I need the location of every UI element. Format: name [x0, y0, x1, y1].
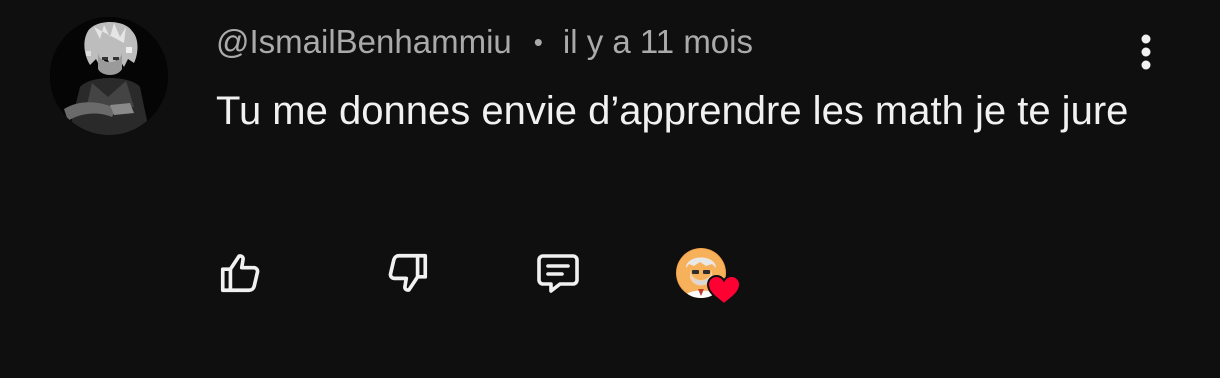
thumbs-down-icon [388, 253, 428, 292]
heart-icon [706, 274, 742, 306]
dislike-button[interactable] [380, 245, 436, 301]
like-button[interactable] [212, 245, 268, 301]
comment-thread: @IsmailBenhammiu • il y a 11 mois Tu me … [0, 0, 1220, 378]
thumbs-up-icon [220, 254, 260, 293]
reply-button[interactable] [530, 245, 586, 301]
user-avatar-icon [50, 17, 168, 135]
author-avatar[interactable] [50, 17, 168, 135]
separator-dot: • [533, 26, 543, 57]
comment-text: Tu me donnes envie d’apprendre les math … [216, 89, 1129, 133]
author-name[interactable]: @IsmailBenhammiu [216, 23, 512, 61]
comment-header: @IsmailBenhammiu • il y a 11 mois [216, 22, 753, 62]
vertical-dots-icon [1141, 34, 1151, 70]
comment-timestamp[interactable]: il y a 11 mois [563, 23, 753, 61]
creator-heart-badge[interactable] [676, 248, 742, 306]
comment-icon [537, 254, 579, 293]
more-actions-button[interactable] [1124, 30, 1168, 74]
